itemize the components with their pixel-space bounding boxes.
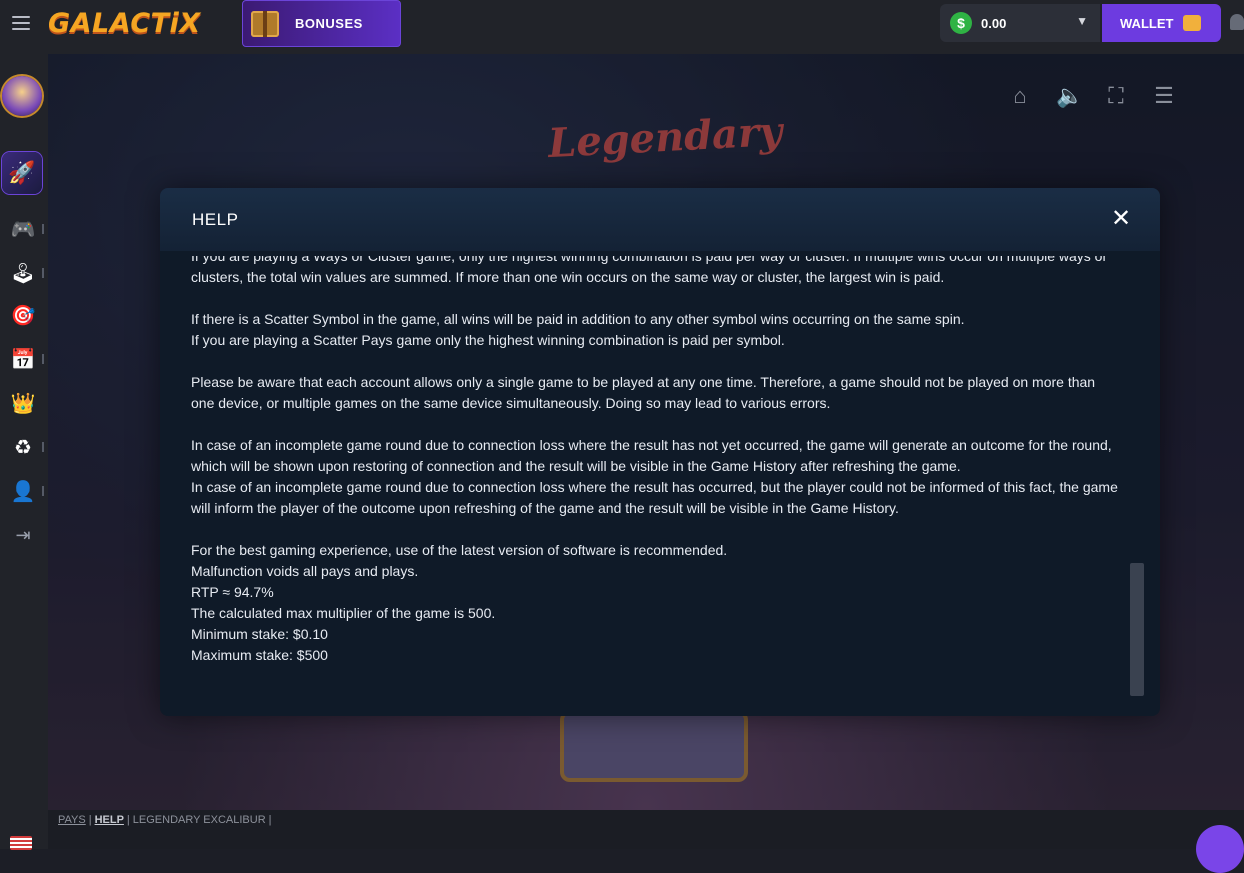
home-icon[interactable]: ⌂ (1008, 84, 1032, 108)
help-paragraph: Please be aware that each account allows… (191, 372, 1121, 414)
help-content: If you are playing a Ways or Cluster gam… (191, 256, 1121, 696)
help-modal: HELP ✕ If you are playing a Ways or Clus… (160, 188, 1160, 716)
sound-icon[interactable]: 🔈 (1056, 84, 1083, 108)
game-plaque (560, 710, 748, 782)
help-modal-header: HELP ✕ (160, 188, 1160, 251)
balance-dropdown[interactable]: $ 0.00 ▼ (940, 4, 1100, 42)
fullscreen-icon[interactable]: ⛶ (1104, 84, 1128, 108)
gamepad-expand-tick (42, 224, 44, 234)
refer-expand-tick (42, 442, 44, 452)
calendar-icon[interactable]: 📅 (8, 344, 38, 374)
chevron-down-icon: ▼ (1076, 14, 1088, 28)
help-paragraph: If you are playing a Ways or Cluster gam… (191, 256, 1121, 288)
refer-icon[interactable]: ♻ (8, 432, 38, 462)
rocket-icon[interactable]: 🚀 (2, 152, 42, 194)
target-icon[interactable]: 🎯 (8, 300, 38, 330)
gift-icon (251, 10, 279, 37)
help-paragraph: In case of an incomplete game round due … (191, 435, 1121, 519)
help-link[interactable]: HELP (95, 814, 124, 826)
joystick-icon[interactable]: 🕹 (8, 258, 38, 288)
help-line: If you are playing a Scatter Pays game o… (191, 332, 785, 348)
user-icon[interactable]: 👤 (8, 476, 38, 506)
help-paragraph: For the best gaming experience, use of t… (191, 540, 1121, 666)
help-line: In case of an incomplete game round due … (191, 479, 1118, 516)
joystick-expand-tick (42, 268, 44, 278)
help-line: If there is a Scatter Symbol in the game… (191, 311, 965, 327)
gamepad-icon[interactable]: 🎮 (8, 214, 38, 244)
min-stake-line: Minimum stake: $0.10 (191, 626, 328, 642)
footer-links: PAYS | HELP | LEGENDARY EXCALIBUR | (58, 814, 272, 826)
astronaut-avatar-icon[interactable] (2, 76, 42, 116)
help-line: Malfunction voids all pays and plays. (191, 563, 419, 579)
wallet-button[interactable]: WALLET (1102, 4, 1221, 42)
help-title: HELP (192, 210, 239, 229)
rtp-line: RTP ≈ 94.7% (191, 584, 274, 600)
max-stake-line: Maximum stake: $500 (191, 647, 328, 663)
help-line: For the best gaming experience, use of t… (191, 542, 728, 558)
balance-value: 0.00 (981, 15, 1007, 31)
logout-icon[interactable]: ⇥ (8, 520, 38, 550)
chat-button[interactable] (1196, 825, 1244, 873)
calendar-expand-tick (42, 354, 44, 364)
top-bar: GALACTiX BONUSES $ 0.00 ▼ WALLET (0, 0, 1244, 54)
help-line: If you are playing a Ways or Cluster gam… (191, 256, 1108, 285)
help-paragraph: If there is a Scatter Symbol in the game… (191, 309, 1121, 351)
wallet-label: WALLET (1120, 15, 1174, 31)
dollar-icon: $ (950, 12, 972, 34)
bonuses-label: BONUSES (295, 16, 363, 31)
bell-icon[interactable] (1230, 14, 1244, 30)
pays-link[interactable]: PAYS (58, 814, 86, 826)
menu-icon[interactable] (12, 16, 30, 30)
game-name-label: LEGENDARY EXCALIBUR (132, 814, 266, 826)
help-line: In case of an incomplete game round due … (191, 437, 1112, 474)
galactix-logo[interactable]: GALACTiX (48, 8, 201, 39)
language-flag-icon[interactable] (10, 836, 32, 850)
crown-icon[interactable]: 👑 (8, 388, 38, 418)
game-menu-icon[interactable]: ☰ (1152, 84, 1176, 108)
game-footer: PAYS | HELP | LEGENDARY EXCALIBUR | (48, 810, 1244, 849)
sidebar: 🚀 🎮 🕹 🎯 📅 👑 ♻ 👤 ⇥ (0, 54, 48, 850)
user-expand-tick (42, 486, 44, 496)
wallet-icon (1183, 15, 1202, 31)
close-icon[interactable]: ✕ (1110, 207, 1132, 231)
help-line: Please be aware that each account allows… (191, 374, 1096, 411)
bonuses-button[interactable]: BONUSES (242, 0, 401, 47)
max-multiplier-line: The calculated max multiplier of the gam… (191, 605, 496, 621)
help-scrollbar[interactable] (1130, 563, 1144, 696)
